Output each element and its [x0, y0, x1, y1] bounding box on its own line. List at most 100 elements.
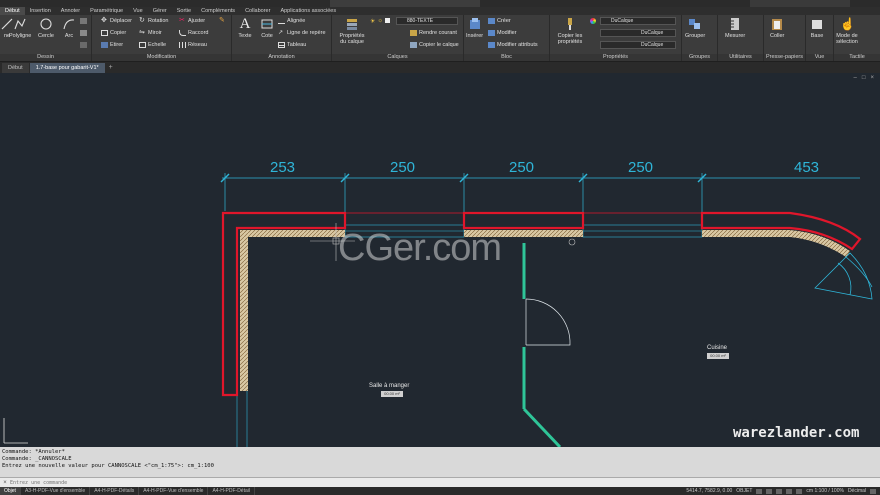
copy-button[interactable]: Copier	[101, 30, 126, 36]
group-button[interactable]: Grouper	[685, 17, 705, 39]
panel-dessin: ne Polyligne Cercle Arc Dessin	[0, 15, 92, 61]
tab-parametrique[interactable]: Paramétrique	[85, 7, 128, 15]
measure-button[interactable]: Mesurer	[725, 17, 745, 39]
stretch-button[interactable]: Etirer	[101, 42, 123, 48]
layer-dropdown[interactable]: 880-TEXTE	[396, 17, 458, 25]
tab-vue[interactable]: Vue	[128, 7, 148, 15]
snap-icon[interactable]	[766, 488, 773, 494]
layout-tab-model[interactable]: Objet	[0, 487, 21, 495]
color-dropdown[interactable]: DuCalque	[600, 17, 676, 25]
panel-label-bloc[interactable]: Bloc	[464, 54, 549, 61]
layout-tab-a3-overview[interactable]: A3-H-PDF-Vue d'ensemble	[21, 487, 91, 495]
close-command-icon[interactable]: ×	[0, 480, 10, 486]
command-input[interactable]	[10, 479, 410, 486]
leader-button[interactable]: ↗ Ligne de repère	[278, 30, 326, 36]
table-button[interactable]: Tableau	[278, 42, 306, 48]
close-icon[interactable]: ×	[870, 75, 874, 81]
model-space-toggle[interactable]: OBJET	[736, 488, 752, 494]
file-tab-active-drawing[interactable]: 1.7-base pour gabarit-V1*	[29, 63, 105, 73]
insert-block-button[interactable]: Insérer	[466, 17, 483, 39]
polar-icon[interactable]	[786, 488, 793, 494]
tab-applications-associees[interactable]: Applications associées	[275, 7, 341, 15]
minimize-icon[interactable]: –	[854, 75, 857, 81]
circle-button[interactable]: Cercle	[38, 17, 54, 39]
create-block-button[interactable]: Créer	[488, 18, 511, 24]
layout-tab-a4-detail[interactable]: A4-H-PDF-Détail	[208, 487, 255, 495]
room-area-tag-salle-a-manger: 00.00 m²	[381, 391, 403, 397]
panel-utilitaires: Mesurer Utilitaires	[718, 15, 764, 61]
scale-button[interactable]: Echelle	[139, 42, 166, 48]
tab-collaborer[interactable]: Collaborer	[240, 7, 275, 15]
grid-icon[interactable]	[756, 488, 763, 494]
bulb-icon[interactable]: ☀	[370, 18, 375, 25]
layout-tab-a4-details[interactable]: A4-H-PDF-Détails	[90, 487, 140, 495]
base-view-button[interactable]: Base	[810, 17, 824, 39]
drawing-canvas[interactable]: – □ × 253 250 250 250 453 Salle à manger…	[0, 73, 880, 447]
paste-button[interactable]: Coller	[770, 17, 784, 39]
tab-complements[interactable]: Compléments	[196, 7, 240, 15]
dimension-button[interactable]: Cote	[260, 17, 274, 39]
fillet-icon	[179, 30, 186, 36]
tab-sortie[interactable]: Sortie	[172, 7, 196, 15]
erase-button[interactable]: ✎	[219, 17, 226, 24]
rotate-button[interactable]: ↻ Rotation	[139, 17, 169, 24]
text-button[interactable]: A Texte	[238, 17, 252, 40]
tab-debut[interactable]: Début	[0, 7, 25, 15]
panel-label-vue[interactable]: Vue	[806, 54, 833, 61]
arc-button[interactable]: Arc	[62, 17, 76, 39]
clipboard-icon	[772, 19, 783, 30]
draw-rectangle-icon	[80, 18, 87, 24]
tab-gerer[interactable]: Gérer	[148, 7, 172, 15]
linetype-dropdown[interactable]: DuCalque	[600, 29, 676, 37]
panel-label-proprietes[interactable]: Propriétés	[550, 54, 681, 61]
command-history-line: Commande: _CANNOSCALE	[2, 456, 72, 462]
arc-icon	[63, 19, 75, 30]
draw-extra-1[interactable]	[80, 18, 87, 24]
tab-annoter[interactable]: Annoter	[56, 7, 85, 15]
ribbon: ne Polyligne Cercle Arc Dessin ✥ Déplace…	[0, 15, 880, 61]
maximize-icon[interactable]: □	[862, 75, 866, 81]
copy-layer-button[interactable]: Copier le calque	[410, 42, 459, 48]
units-readout[interactable]: Décimal	[848, 488, 866, 494]
layout-tab-a4-overview[interactable]: A4-H-PDF-Vue d'ensemble	[139, 487, 209, 495]
selection-mode-button[interactable]: ☝ Mode de sélection	[834, 17, 860, 45]
make-current-button[interactable]: Rendre courant	[410, 30, 457, 36]
stretch-icon	[101, 42, 108, 48]
panel-label-dessin[interactable]: Dessin	[0, 54, 91, 61]
panel-label-groupes[interactable]: Groupes	[682, 54, 717, 61]
match-properties-button[interactable]: Copier les propriétés	[552, 17, 588, 45]
layer-properties-button[interactable]: Propriétés du calque	[336, 17, 368, 45]
edit-block-icon	[488, 30, 495, 36]
trim-button[interactable]: ✂ Ajuster	[179, 17, 205, 24]
edit-attributes-button[interactable]: Modifier attributs	[488, 42, 538, 48]
panel-label-tactile[interactable]: Tactile	[834, 54, 880, 61]
create-block-icon	[488, 18, 495, 24]
file-tab-start[interactable]: Début	[2, 63, 29, 73]
layer-color-swatch[interactable]	[384, 18, 390, 23]
aligned-dim-button[interactable]: Alignée	[278, 18, 305, 24]
customize-icon[interactable]	[870, 488, 876, 494]
panel-label-presse-papiers[interactable]: Presse-papiers	[764, 54, 805, 61]
ucs-icon	[3, 418, 28, 444]
osnap-icon[interactable]	[796, 488, 803, 494]
fillet-button[interactable]: Raccord	[179, 30, 208, 36]
panel-label-modification[interactable]: Modification	[92, 54, 231, 61]
tab-insertion[interactable]: Insertion	[25, 7, 56, 15]
color-wheel-icon[interactable]	[590, 18, 596, 24]
panel-label-calques[interactable]: Calques	[332, 54, 463, 61]
panel-tactile: ☝ Mode de sélection Tactile	[834, 15, 880, 61]
draw-extra-2[interactable]	[80, 30, 87, 36]
polyline-button[interactable]: Polyligne	[9, 17, 31, 39]
move-button[interactable]: ✥ Déplacer	[101, 17, 132, 24]
panel-label-utilitaires[interactable]: Utilitaires	[718, 54, 763, 61]
new-tab-button[interactable]: +	[106, 63, 116, 73]
draw-extra-3[interactable]	[80, 42, 87, 48]
annotation-scale[interactable]: cm 1:100 / 100%	[806, 488, 844, 494]
panel-label-annotation[interactable]: Annotation	[232, 54, 331, 61]
edit-block-button[interactable]: Modifier	[488, 30, 517, 36]
array-button[interactable]: Réseau	[179, 42, 207, 48]
lineweight-dropdown[interactable]: DuCalque	[600, 41, 676, 49]
sun-icon[interactable]: ☼	[377, 18, 383, 25]
ortho-icon[interactable]	[776, 488, 783, 494]
mirror-button[interactable]: ⇋ Miroir	[139, 29, 162, 36]
